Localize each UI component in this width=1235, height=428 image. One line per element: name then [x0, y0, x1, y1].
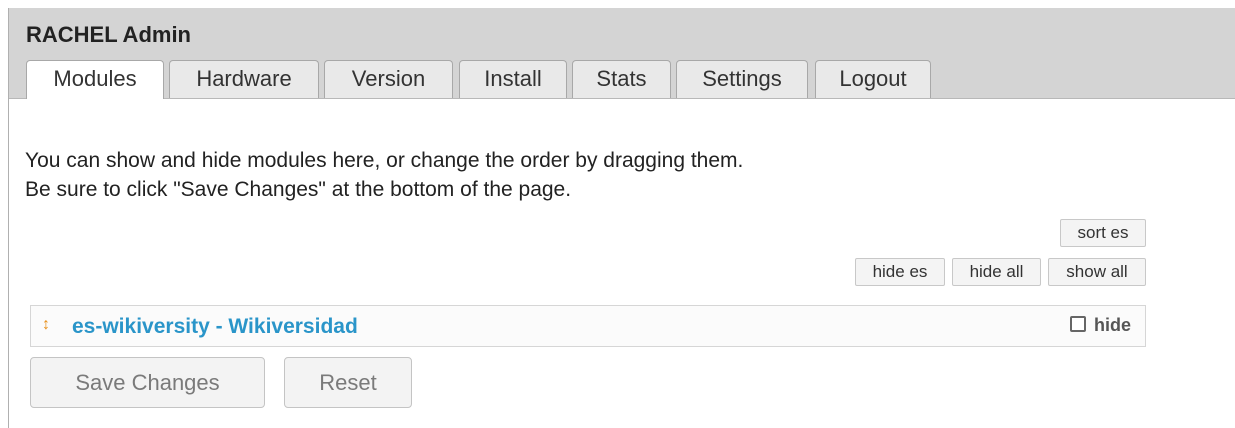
checkbox-icon[interactable]	[1069, 316, 1086, 332]
drag-handle-icon[interactable]: ↕	[42, 316, 50, 334]
hide-es-button[interactable]: hide es	[855, 258, 945, 286]
tab-install[interactable]: Install	[459, 60, 567, 98]
tab-settings[interactable]: Settings	[676, 60, 808, 98]
hide-label: hide	[1093, 315, 1131, 335]
tab-stats[interactable]: Stats	[572, 60, 671, 98]
tab-version[interactable]: Version	[324, 60, 453, 98]
instructions: You can show and hide modules here, or c…	[25, 146, 743, 204]
instructions-line-2: Be sure to click "Save Changes" at the b…	[25, 178, 572, 201]
admin-page: RACHEL Admin Modules Hardware Version In…	[0, 0, 1235, 428]
module-title-link[interactable]: es-wikiversity - Wikiversidad	[72, 315, 358, 339]
tab-hardware[interactable]: Hardware	[169, 60, 319, 98]
tab-modules[interactable]: Modules	[26, 60, 164, 99]
header-bar: RACHEL Admin Modules Hardware Version In…	[9, 8, 1235, 99]
hide-all-button[interactable]: hide all	[952, 258, 1041, 286]
sort-es-button[interactable]: sort es	[1060, 219, 1146, 247]
reset-button[interactable]: Reset	[284, 357, 412, 408]
hide-module-toggle[interactable]: hide	[1069, 315, 1131, 337]
tab-logout[interactable]: Logout	[815, 60, 931, 98]
module-row[interactable]: ↕ es-wikiversity - Wikiversidad hide	[30, 305, 1146, 347]
app-title: RACHEL Admin	[26, 22, 191, 47]
save-changes-button[interactable]: Save Changes	[30, 357, 265, 408]
show-all-button[interactable]: show all	[1048, 258, 1146, 286]
instructions-line-1: You can show and hide modules here, or c…	[25, 149, 744, 172]
